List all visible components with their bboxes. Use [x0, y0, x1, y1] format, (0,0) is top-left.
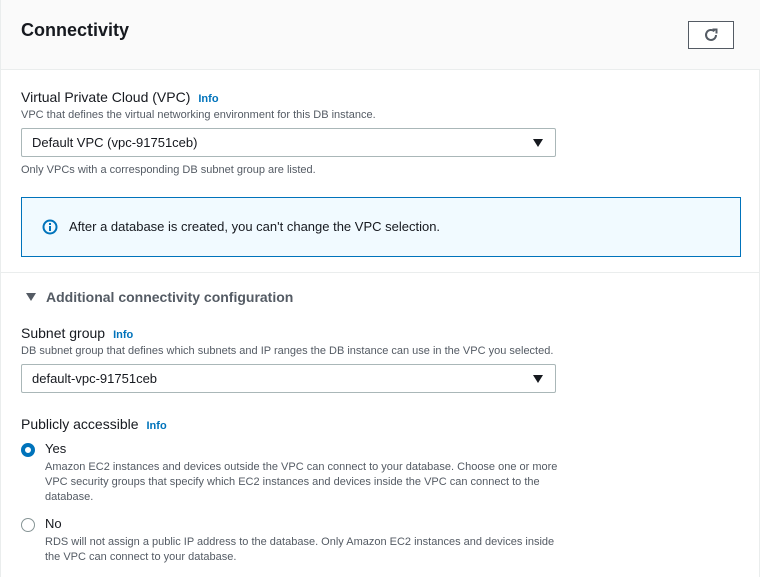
- public-no-description: RDS will not assign a public IP address …: [45, 536, 555, 563]
- vpc-hint: Only VPCs with a corresponding DB subnet…: [21, 164, 316, 176]
- public-no-radio[interactable]: [21, 518, 35, 532]
- public-yes-description: Amazon EC2 instances and devices outside…: [45, 461, 558, 503]
- public-label: Publicly accessible: [21, 416, 139, 432]
- refresh-icon: [705, 28, 718, 41]
- caret-down-icon: [533, 139, 543, 147]
- subnet-info-link[interactable]: Info: [113, 329, 133, 341]
- caret-down-icon: [26, 293, 36, 301]
- connectivity-panel: Connectivity Virtual Private Cloud (VPC)…: [0, 0, 760, 577]
- subnet-select[interactable]: default-vpc-91751ceb: [21, 364, 556, 393]
- alert-text: After a database is created, you can't c…: [69, 219, 441, 234]
- expander-label: Additional connectivity configuration: [46, 289, 294, 305]
- panel-title: Connectivity: [21, 20, 130, 40]
- subnet-description: DB subnet group that defines which subne…: [21, 345, 554, 357]
- subnet-field-label: Subnet group Info: [21, 325, 133, 341]
- vpc-field-label: Virtual Private Cloud (VPC) Info: [21, 89, 219, 105]
- section-divider: [1, 272, 760, 273]
- caret-down-icon: [533, 375, 543, 383]
- vpc-info-alert: After a database is created, you can't c…: [21, 197, 741, 257]
- additional-connectivity-expander[interactable]: Additional connectivity configuration: [26, 289, 293, 305]
- public-yes-radio[interactable]: [21, 443, 35, 457]
- vpc-select-value: Default VPC (vpc-91751ceb): [32, 135, 198, 150]
- public-info-link[interactable]: Info: [147, 420, 167, 432]
- public-yes-label[interactable]: Yes: [45, 441, 66, 456]
- vpc-select[interactable]: Default VPC (vpc-91751ceb): [21, 128, 556, 157]
- public-field-label: Publicly accessible Info: [21, 416, 167, 432]
- vpc-description: VPC that defines the virtual networking …: [21, 109, 376, 121]
- subnet-select-value: default-vpc-91751ceb: [32, 371, 158, 386]
- subnet-label: Subnet group: [21, 325, 106, 341]
- public-no-label[interactable]: No: [45, 516, 62, 531]
- info-icon: [42, 219, 58, 235]
- refresh-button[interactable]: [688, 21, 734, 49]
- vpc-info-link[interactable]: Info: [198, 93, 218, 105]
- panel-header: Connectivity: [1, 0, 760, 70]
- vpc-label: Virtual Private Cloud (VPC): [21, 89, 191, 105]
